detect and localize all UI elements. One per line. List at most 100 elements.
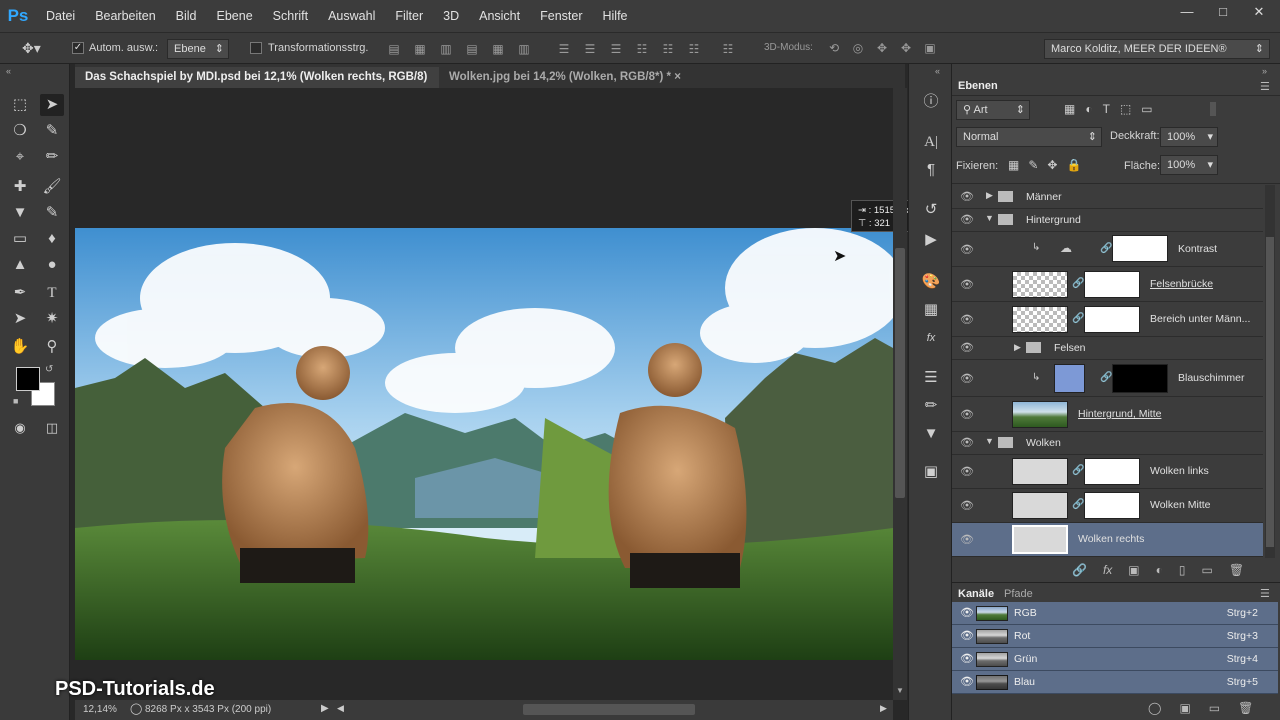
distribute-left-icon[interactable]: ☷ bbox=[634, 42, 650, 56]
add-mask-icon[interactable]: ▣ bbox=[1128, 563, 1139, 577]
layer-mask-thumb[interactable] bbox=[1112, 364, 1168, 393]
history-icon[interactable]: ↺ bbox=[919, 200, 943, 220]
distribute-bottom-icon[interactable]: ☰ bbox=[608, 42, 624, 56]
color-fill-thumb[interactable] bbox=[1054, 364, 1085, 393]
scroll-thumb[interactable] bbox=[895, 248, 905, 498]
layer-thumb[interactable] bbox=[1012, 401, 1068, 428]
mask-link-icon[interactable]: 🔗 bbox=[1072, 313, 1084, 324]
hand-tool-icon[interactable]: ✋ bbox=[8, 336, 32, 358]
collapse-arrow-icon[interactable]: ▼ bbox=[985, 436, 994, 446]
type-tool-icon[interactable]: T bbox=[40, 282, 64, 304]
marquee-tool-icon[interactable]: ⬚ bbox=[8, 94, 32, 116]
pen-tool-icon[interactable]: ✒ bbox=[8, 282, 32, 304]
menu-ansicht[interactable]: Ansicht bbox=[469, 0, 530, 32]
layer-mask-thumb[interactable] bbox=[1084, 492, 1140, 519]
align-left-icon[interactable]: ▤ bbox=[464, 42, 480, 56]
layer-row-wolken-mitte[interactable]: 👁 🔗 Wolken Mitte bbox=[952, 489, 1263, 523]
align-vcenter-icon[interactable]: ▦ bbox=[412, 42, 428, 56]
channel-row-gruen[interactable]: 👁 Grün Strg+4 bbox=[952, 648, 1278, 671]
scroll-right-icon[interactable]: ▶ bbox=[880, 703, 887, 714]
brush-presets-icon[interactable]: ✏ bbox=[919, 396, 943, 416]
visibility-eye-icon[interactable]: 👁 bbox=[960, 465, 974, 479]
menu-filter[interactable]: Filter bbox=[385, 0, 433, 32]
new-adjustment-icon[interactable]: ◐ bbox=[1156, 563, 1163, 577]
3d-rotate-icon[interactable]: ⟲ bbox=[826, 41, 842, 55]
workspace-select[interactable]: Marco Kolditz, MEER DER IDEEN® ⇕ bbox=[1044, 39, 1270, 59]
visibility-eye-icon[interactable]: 👁 bbox=[960, 629, 974, 643]
path-selection-tool-icon[interactable]: ➤ bbox=[8, 308, 32, 330]
eyedropper-tool-icon[interactable]: ✏ bbox=[40, 146, 64, 168]
filter-toggle[interactable] bbox=[1210, 102, 1216, 116]
menu-bearbeiten[interactable]: Bearbeiten bbox=[85, 0, 165, 32]
quick-mask-icon[interactable]: ◉ bbox=[8, 417, 32, 439]
layer-row-felsenbruecke[interactable]: 👁 🔗 Felsenbrücke bbox=[952, 267, 1263, 302]
visibility-eye-icon[interactable]: 👁 bbox=[960, 243, 974, 257]
menu-bild[interactable]: Bild bbox=[166, 0, 207, 32]
character-icon[interactable]: A| bbox=[919, 132, 943, 152]
history-brush-tool-icon[interactable]: ✎ bbox=[40, 202, 64, 224]
clone-stamp-tool-icon[interactable]: ▼ bbox=[8, 202, 32, 224]
layer-filter-select[interactable]: ⚲ Art ⇕ bbox=[956, 100, 1030, 120]
visibility-eye-icon[interactable]: 👁 bbox=[960, 652, 974, 666]
info-icon[interactable]: ⓘ bbox=[919, 92, 943, 112]
layer-mask-thumb[interactable] bbox=[1084, 271, 1140, 298]
trash-icon[interactable]: 🗑 bbox=[1238, 701, 1253, 715]
menu-datei[interactable]: Datei bbox=[36, 0, 85, 32]
layer-row-wolken-links[interactable]: 👁 🔗 Wolken links bbox=[952, 455, 1263, 489]
visibility-eye-icon[interactable]: 👁 bbox=[960, 213, 974, 227]
blur-tool-icon[interactable]: ▲ bbox=[8, 254, 32, 276]
layer-row-wolken[interactable]: 👁 ▼ Wolken bbox=[952, 432, 1263, 455]
channel-row-rgb[interactable]: 👁 RGB Strg+2 bbox=[952, 602, 1278, 625]
paragraph-icon[interactable]: ¶ bbox=[919, 160, 943, 180]
channel-row-blau[interactable]: 👁 Blau Strg+5 bbox=[952, 671, 1278, 694]
align-bottom-icon[interactable]: ▥ bbox=[438, 42, 454, 56]
tab-paths[interactable]: Pfade bbox=[1004, 585, 1033, 603]
tab-schachspiel[interactable]: Das Schachspiel by MDI.psd bei 12,1% (Wo… bbox=[75, 67, 439, 104]
layer-row-blauschimmer[interactable]: 👁 ↳ 🔗 Blauschimmer bbox=[952, 360, 1263, 397]
layer-mask-thumb[interactable] bbox=[1084, 458, 1140, 485]
lasso-tool-icon[interactable]: ❍ bbox=[8, 120, 32, 142]
collapse-arrow-icon[interactable]: ▼ bbox=[985, 213, 994, 223]
custom-shape-tool-icon[interactable]: ✷ bbox=[40, 308, 64, 330]
visibility-eye-icon[interactable]: 👁 bbox=[960, 499, 974, 513]
brush-tool-icon[interactable]: 🖌 bbox=[40, 176, 64, 198]
new-layer-icon[interactable]: ▭ bbox=[1202, 563, 1213, 577]
visibility-eye-icon[interactable]: 👁 bbox=[960, 372, 974, 386]
layer-row-maenner[interactable]: 👁 ▶ Männer bbox=[952, 185, 1263, 209]
paint-bucket-tool-icon[interactable]: ♦ bbox=[40, 228, 64, 250]
layer-row-hintergrund-mitte[interactable]: 👁 Hintergrund, Mitte bbox=[952, 397, 1263, 432]
swatches-icon[interactable]: 🎨 bbox=[919, 272, 943, 292]
menu-schrift[interactable]: Schrift bbox=[263, 0, 318, 32]
mask-link-icon[interactable]: 🔗 bbox=[1100, 243, 1112, 254]
align-right-icon[interactable]: ▥ bbox=[516, 42, 532, 56]
transform-controls-checkbox[interactable] bbox=[250, 42, 262, 55]
visibility-eye-icon[interactable]: 👁 bbox=[960, 341, 974, 355]
canvas-area[interactable]: ⇥ : 1515 Px ⊤ : 321 Px ➤ PSD-Tutorials.d… bbox=[55, 88, 917, 700]
actions-icon[interactable]: ▶ bbox=[919, 230, 943, 250]
fill-input[interactable]: 100% ▾ bbox=[1160, 155, 1218, 175]
pixel-filter-icon[interactable]: ▦ bbox=[1064, 102, 1075, 116]
crop-tool-icon[interactable]: ⌖ bbox=[8, 146, 32, 168]
collapse-icon[interactable]: « bbox=[935, 66, 940, 76]
tab-wolken[interactable]: Wolken.jpg bei 14,2% (Wolken, RGB/8*) * … bbox=[439, 67, 687, 88]
foreground-color-swatch-top[interactable] bbox=[16, 367, 40, 391]
close-icon[interactable]: ✕ bbox=[1248, 4, 1270, 20]
blend-mode-select[interactable]: Normal ⇕ bbox=[956, 127, 1102, 147]
document-canvas[interactable] bbox=[75, 88, 893, 700]
layer-thumb[interactable] bbox=[1012, 306, 1068, 333]
3d-icon[interactable]: ▣ bbox=[919, 462, 943, 482]
layer-row-felsen[interactable]: 👁 ▶ Felsen bbox=[952, 337, 1263, 360]
distribute-top-icon[interactable]: ☰ bbox=[556, 42, 572, 56]
mask-link-icon[interactable]: 🔗 bbox=[1072, 278, 1084, 289]
smartobject-filter-icon[interactable]: ▭ bbox=[1141, 102, 1152, 116]
channel-row-rot[interactable]: 👁 Rot Strg+3 bbox=[952, 625, 1278, 648]
expand-arrow-icon[interactable]: ▶ bbox=[986, 190, 993, 201]
menu-fenster[interactable]: Fenster bbox=[530, 0, 592, 32]
styles-icon[interactable]: ▦ bbox=[919, 300, 943, 320]
visibility-eye-icon[interactable]: 👁 bbox=[960, 190, 974, 204]
layer-thumb[interactable] bbox=[1012, 525, 1068, 554]
panel-menu-icon[interactable]: ☰ bbox=[1260, 587, 1270, 600]
collapse-icon[interactable]: » bbox=[1262, 66, 1267, 76]
layer-mask-thumb[interactable] bbox=[1112, 235, 1168, 262]
quick-selection-tool-icon[interactable]: ✎ bbox=[40, 120, 64, 142]
